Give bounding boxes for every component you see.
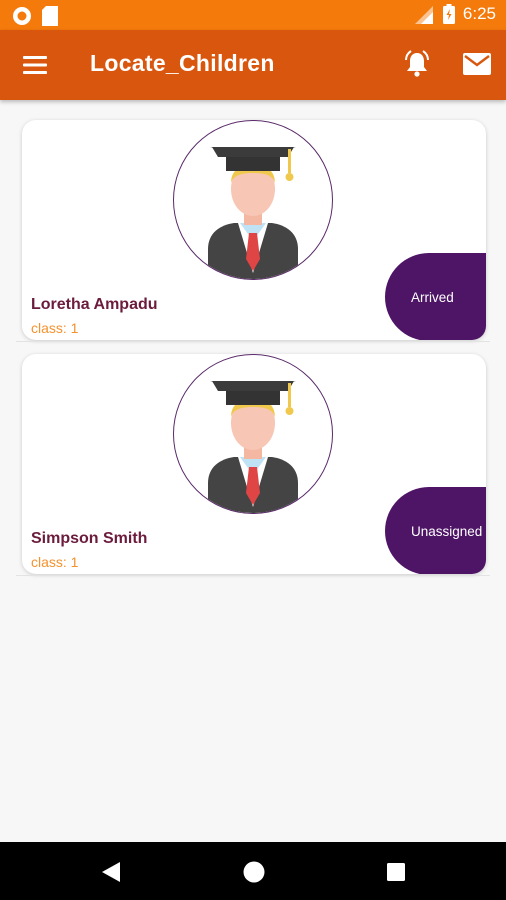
status-button[interactable]: Unassigned	[385, 487, 486, 574]
mail-icon[interactable]	[462, 51, 492, 77]
home-icon[interactable]	[242, 860, 266, 884]
notification-circle-icon	[13, 7, 31, 25]
back-icon[interactable]	[100, 860, 122, 884]
battery-icon	[442, 4, 455, 24]
status-button[interactable]: Arrived	[385, 253, 486, 340]
graduate-avatar-icon	[173, 120, 333, 280]
status-bar: 6:25	[0, 0, 506, 30]
alarm-bell-icon[interactable]	[402, 49, 432, 79]
child-class: class: 1	[31, 554, 79, 570]
signal-icon	[414, 6, 433, 24]
status-time: 6:25	[462, 4, 496, 23]
page-title: Locate_Children	[90, 50, 275, 76]
children-list: Loretha Ampadu class: 1 Arrived Simpson …	[0, 100, 506, 576]
system-nav-bar	[0, 842, 506, 900]
sd-card-icon	[42, 6, 58, 26]
list-item: Simpson Smith class: 1 Unassigned	[0, 334, 506, 576]
graduate-avatar-icon	[173, 354, 333, 514]
child-name: Simpson Smith	[31, 530, 148, 547]
recents-icon[interactable]	[386, 862, 406, 882]
menu-icon[interactable]	[22, 52, 48, 78]
child-card[interactable]: Loretha Ampadu class: 1 Arrived	[22, 120, 486, 340]
child-card[interactable]: Simpson Smith class: 1 Unassigned	[22, 354, 486, 574]
list-item: Loretha Ampadu class: 1 Arrived	[0, 100, 506, 342]
child-name: Loretha Ampadu	[31, 296, 158, 313]
app-bar: Locate_Children	[0, 30, 506, 100]
divider	[16, 575, 490, 576]
